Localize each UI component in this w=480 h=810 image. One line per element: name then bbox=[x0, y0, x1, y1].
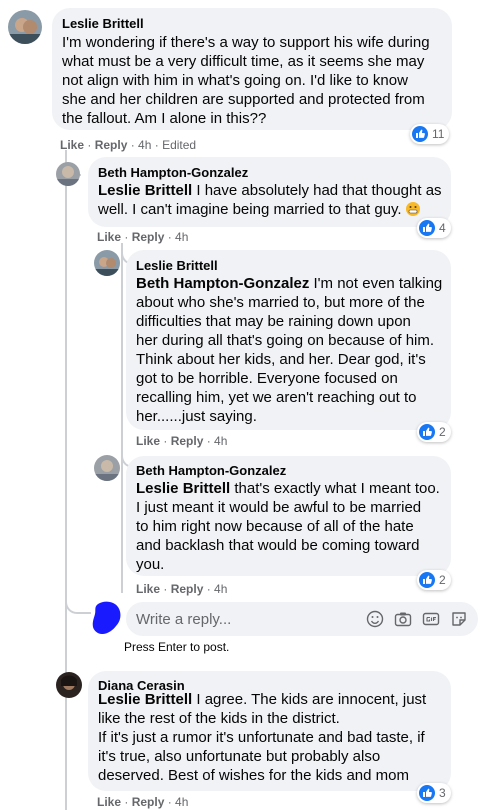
comment-author[interactable]: Beth Hampton-Gonzalez bbox=[98, 165, 248, 181]
reply-link[interactable]: Reply bbox=[171, 582, 204, 596]
avatar[interactable] bbox=[94, 250, 120, 276]
reaction-count[interactable]: 3 bbox=[417, 783, 451, 803]
like-icon bbox=[419, 785, 435, 801]
comment-bubble: Leslie Brittell Beth Hampton-Gonzalez I'… bbox=[126, 250, 451, 430]
like-link[interactable]: Like bbox=[97, 795, 121, 809]
mention-link[interactable]: Leslie Brittell bbox=[136, 480, 230, 497]
reply-placeholder: Write a reply... bbox=[136, 611, 232, 628]
reaction-count[interactable]: 2 bbox=[417, 570, 451, 590]
like-icon bbox=[419, 572, 435, 588]
avatar bbox=[90, 600, 124, 636]
comment-text: Leslie Brittell I have absolutely had th… bbox=[98, 182, 442, 218]
comment-text: Leslie Brittell that's exactly what I me… bbox=[136, 480, 440, 573]
grimace-emoji-icon bbox=[405, 202, 420, 216]
comment-author[interactable]: Leslie Brittell bbox=[136, 258, 218, 274]
reply-hint: Press Enter to post. bbox=[124, 640, 230, 654]
timestamp[interactable]: 4h bbox=[214, 582, 227, 596]
mention-link[interactable]: Beth Hampton-Gonzalez bbox=[136, 275, 309, 292]
emoji-icon[interactable] bbox=[366, 610, 384, 628]
reply-link[interactable]: Reply bbox=[132, 795, 165, 809]
comment-bubble: Leslie Brittell I'm wondering if there's… bbox=[52, 8, 452, 130]
edited-label: Edited bbox=[162, 138, 197, 152]
reply-link[interactable]: Reply bbox=[171, 434, 204, 448]
like-link[interactable]: Like bbox=[60, 138, 84, 152]
comment-meta: Like · Reply · 4h bbox=[136, 582, 228, 596]
avatar[interactable] bbox=[56, 162, 80, 186]
like-icon bbox=[419, 424, 435, 440]
thread-line-replies bbox=[121, 243, 123, 593]
avatar[interactable] bbox=[56, 672, 82, 698]
reply-link[interactable]: Reply bbox=[95, 138, 128, 152]
mention-link[interactable]: Leslie Brittell bbox=[98, 691, 192, 708]
like-link[interactable]: Like bbox=[136, 434, 160, 448]
like-link[interactable]: Like bbox=[136, 582, 160, 596]
reaction-count[interactable]: 11 bbox=[410, 124, 450, 144]
avatar[interactable] bbox=[8, 10, 42, 44]
reply-input[interactable]: Write a reply... bbox=[126, 602, 478, 636]
comment-bubble: Beth Hampton-Gonzalez Leslie Brittell th… bbox=[126, 456, 451, 576]
thread-elbow bbox=[65, 592, 91, 614]
camera-icon[interactable] bbox=[394, 610, 412, 628]
comment-text: I'm wondering if there's a way to suppor… bbox=[62, 34, 430, 127]
like-link[interactable]: Like bbox=[97, 230, 121, 244]
gif-icon[interactable] bbox=[422, 610, 440, 628]
thread-line-main bbox=[65, 150, 67, 810]
comment-meta: Like · Reply · 4h bbox=[136, 434, 228, 448]
comment-bubble: Beth Hampton-Gonzalez Leslie Brittell I … bbox=[88, 157, 451, 227]
comment-meta: Like · Reply · 4h · Edited bbox=[60, 138, 197, 152]
comment-author[interactable]: Beth Hampton-Gonzalez bbox=[136, 463, 286, 479]
comment-meta: Like · Reply · 4h bbox=[97, 230, 189, 244]
comment-text: Beth Hampton-Gonzalez I'm not even talki… bbox=[136, 275, 443, 425]
comment-bubble: Diana Cerasin Leslie Brittell I agree. T… bbox=[88, 671, 451, 791]
sticker-icon[interactable] bbox=[450, 610, 468, 628]
reaction-count[interactable]: 2 bbox=[417, 422, 451, 442]
comment-author[interactable]: Leslie Brittell bbox=[62, 16, 144, 32]
reaction-count[interactable]: 4 bbox=[417, 218, 451, 238]
comment-text: Leslie Brittell I agree. The kids are in… bbox=[98, 691, 427, 784]
timestamp[interactable]: 4h bbox=[214, 434, 227, 448]
like-icon bbox=[412, 126, 428, 142]
timestamp[interactable]: 4h bbox=[138, 138, 151, 152]
avatar[interactable] bbox=[94, 455, 120, 481]
timestamp[interactable]: 4h bbox=[175, 230, 188, 244]
mention-link[interactable]: Leslie Brittell bbox=[98, 182, 192, 199]
reply-link[interactable]: Reply bbox=[132, 230, 165, 244]
timestamp[interactable]: 4h bbox=[175, 795, 188, 809]
comment-meta: Like · Reply · 4h bbox=[97, 795, 189, 809]
like-icon bbox=[419, 220, 435, 236]
